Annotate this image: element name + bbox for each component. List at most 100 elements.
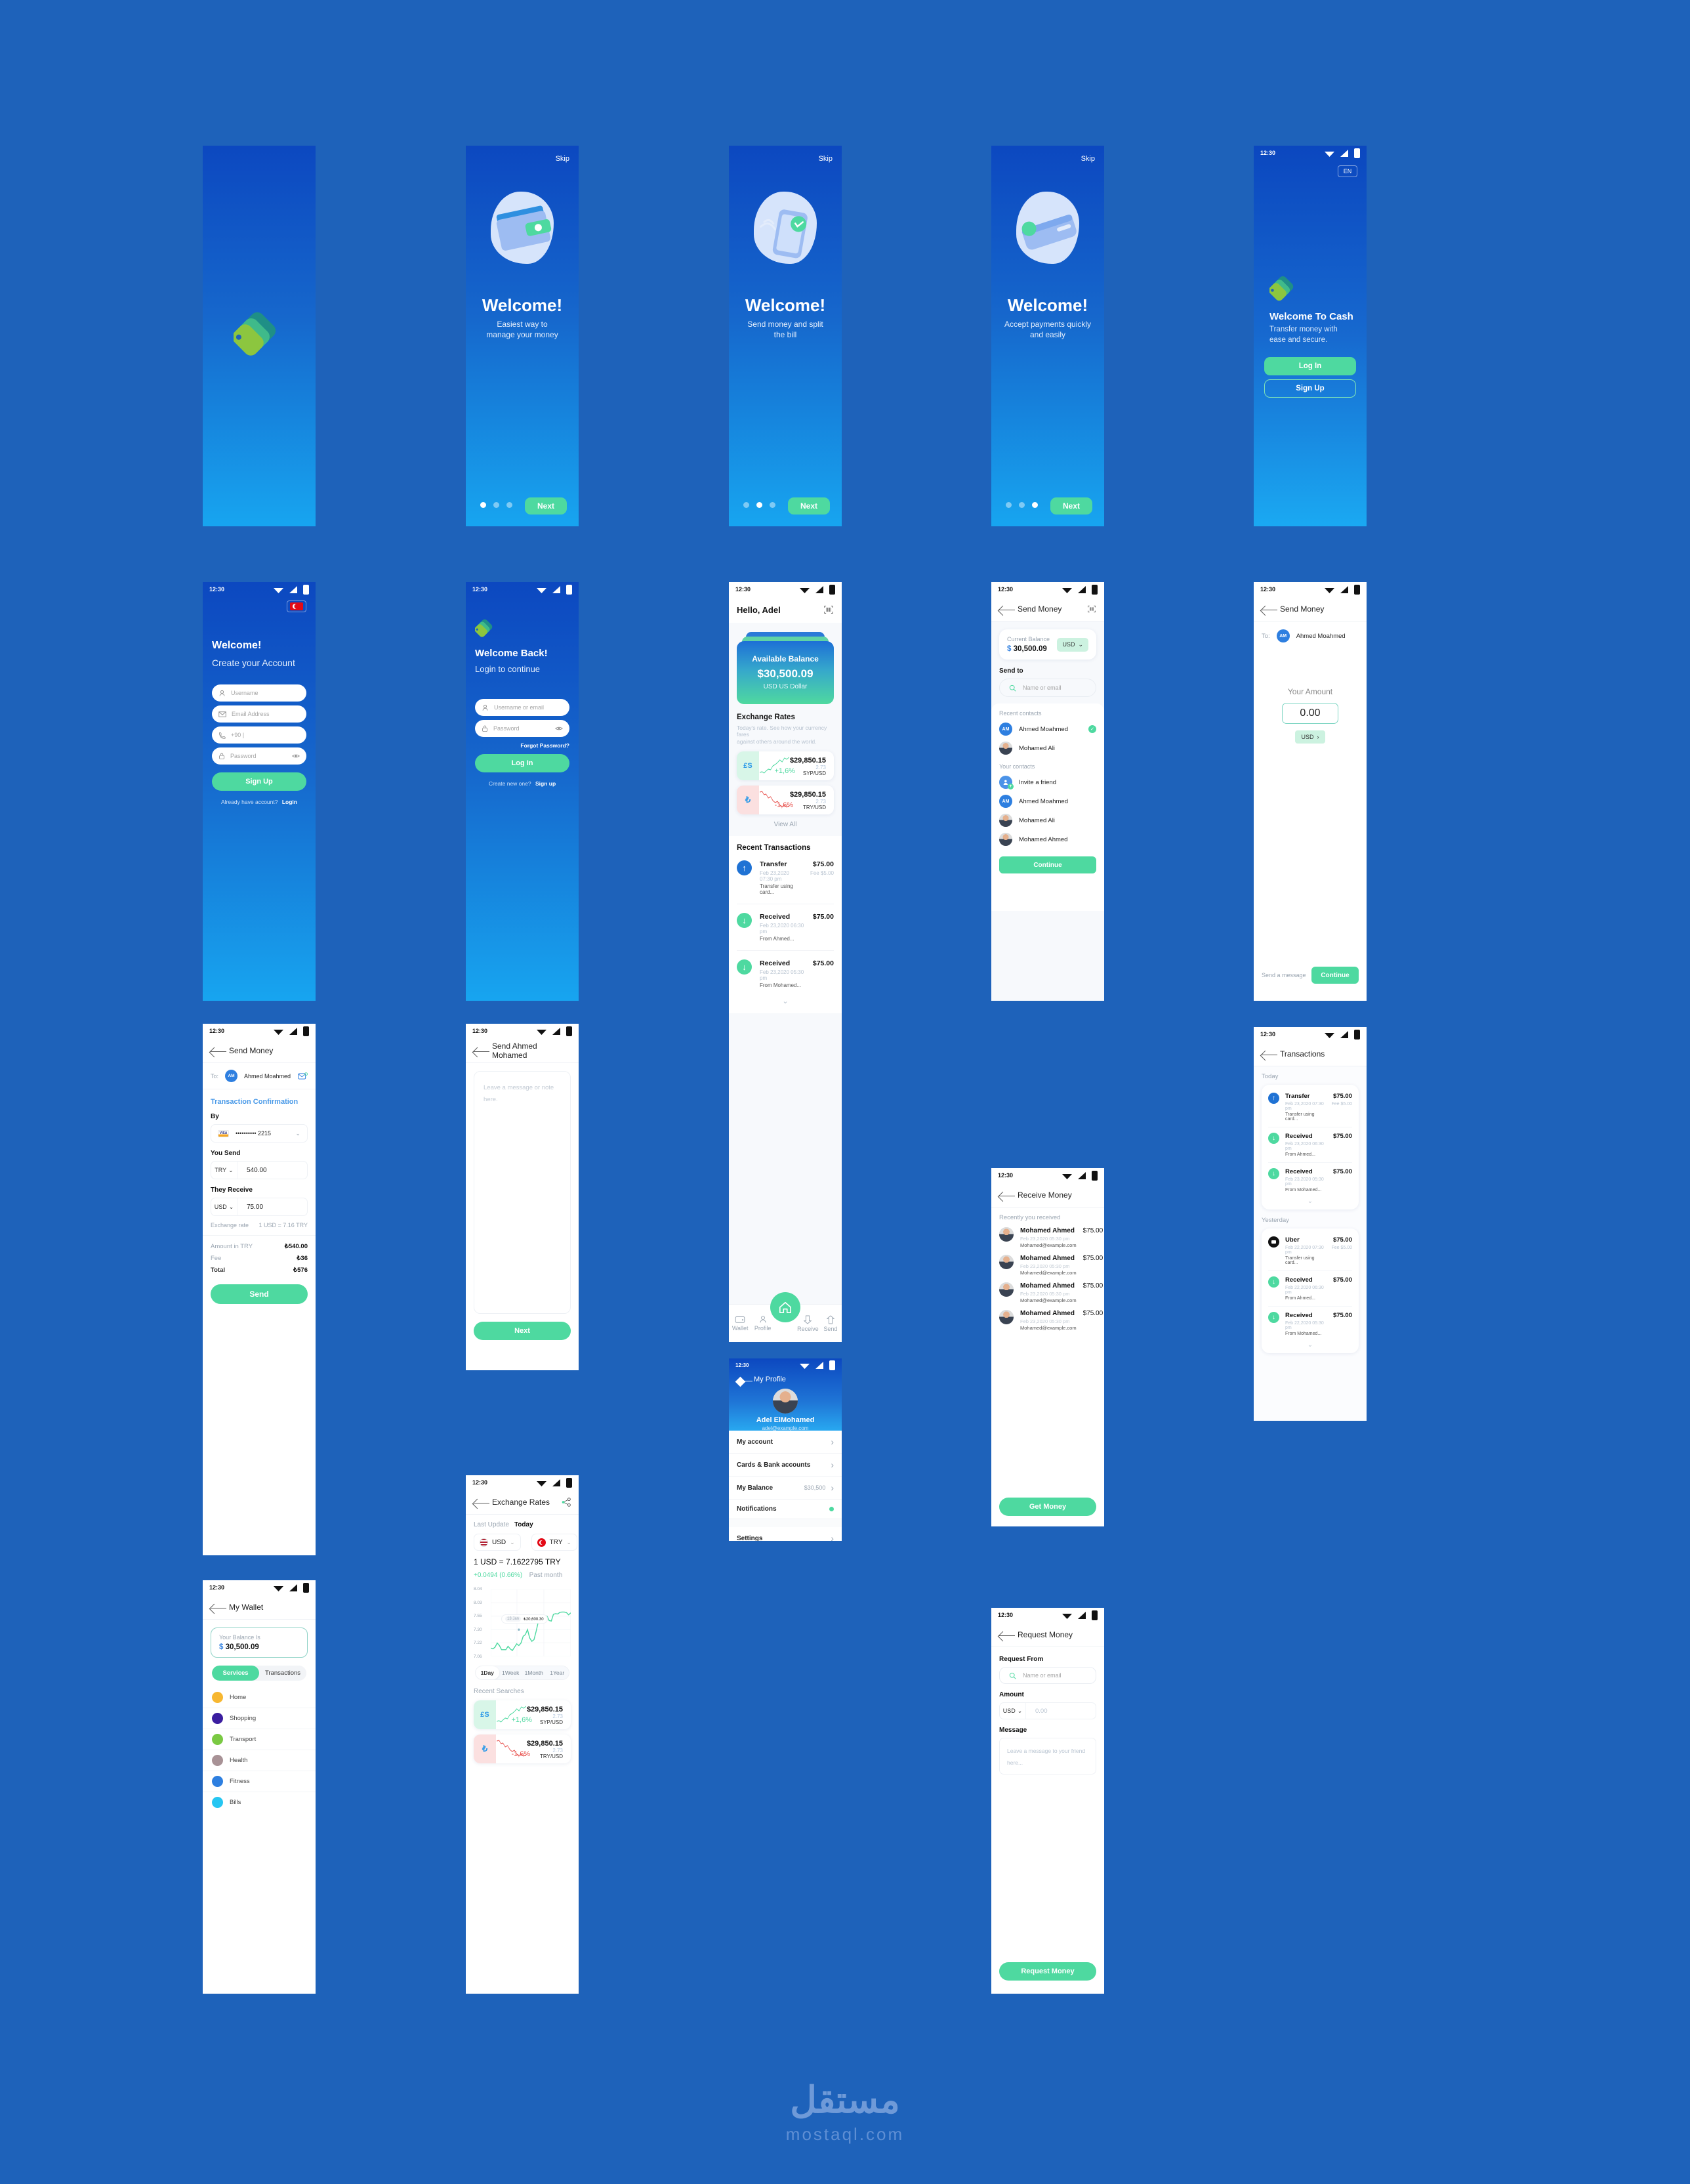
- send-amount[interactable]: 540.00: [247, 1167, 267, 1174]
- transaction-row[interactable]: Uber Feb 22,2020 07:30 pm Transfer using…: [1268, 1231, 1352, 1271]
- transaction-row[interactable]: ↓ Received Feb 23,2020 05:30 pm From Moh…: [737, 951, 834, 997]
- forgot-password-link[interactable]: Forgot Password?: [520, 742, 569, 749]
- back-button[interactable]: [474, 1047, 489, 1055]
- continue-button[interactable]: Continue: [999, 856, 1096, 873]
- nav-item-profile[interactable]: Profile: [751, 1315, 773, 1332]
- message-icon[interactable]: [298, 1072, 308, 1080]
- barcode-scan-icon[interactable]: [823, 605, 834, 614]
- currency-selector[interactable]: USD ⌄: [1057, 637, 1088, 652]
- service-item-bills[interactable]: Bills: [203, 1792, 316, 1813]
- send-message-link[interactable]: Send a message: [1262, 972, 1306, 978]
- email-input[interactable]: Email Address: [212, 705, 306, 723]
- range-1year[interactable]: 1Year: [546, 1666, 569, 1679]
- eye-icon[interactable]: [555, 726, 563, 731]
- received-item[interactable]: Mohamed Ahmed Feb 23,2020 05:30 pm Moham…: [999, 1255, 1103, 1276]
- receive-currency-selector[interactable]: USD ⌄: [211, 1198, 237, 1215]
- to-currency-selector[interactable]: TRY ⌄: [531, 1534, 578, 1551]
- back-button[interactable]: [999, 1191, 1015, 1199]
- request-message-textarea[interactable]: Leave a message to your friend here...: [999, 1738, 1096, 1774]
- barcode-scan-icon[interactable]: [1087, 605, 1096, 613]
- menu-item-my-balance[interactable]: My Balance $30,500 ›: [729, 1477, 842, 1500]
- rate-row[interactable]: £S +1,6% $29,850.15 2.73 SYP/USD: [737, 751, 834, 780]
- login-link[interactable]: Login: [282, 799, 297, 805]
- phone-input[interactable]: +90 |: [212, 726, 306, 744]
- back-button[interactable]: [1262, 605, 1277, 613]
- menu-item-notifications[interactable]: Notifications: [729, 1500, 842, 1519]
- back-button[interactable]: [211, 1603, 226, 1611]
- exchange-rate-chart[interactable]: 8.04 8.03 7.55 7.30 7.22 7.06 13 Jan ₺20…: [474, 1587, 571, 1659]
- request-amount-placeholder[interactable]: 0.00: [1035, 1708, 1048, 1715]
- password-input[interactable]: Password: [212, 747, 306, 765]
- back-button[interactable]: [474, 1498, 489, 1506]
- service-item-fitness[interactable]: Fitness: [203, 1771, 316, 1792]
- menu-item-my-account[interactable]: My account ›: [729, 1431, 842, 1454]
- get-money-button[interactable]: Get Money: [999, 1498, 1096, 1516]
- next-button[interactable]: Next: [474, 1322, 571, 1340]
- received-item[interactable]: Mohamed Ahmed Feb 23,2020 05:30 pm Moham…: [999, 1227, 1103, 1248]
- login-submit-button[interactable]: Log In: [475, 754, 569, 772]
- next-button[interactable]: Next: [1050, 497, 1092, 514]
- menu-item-settings[interactable]: Settings ›: [729, 1527, 842, 1541]
- continue-button[interactable]: Continue: [1311, 967, 1359, 984]
- contact-row[interactable]: Mohamed Ali: [999, 742, 1096, 755]
- next-button[interactable]: Next: [788, 497, 830, 514]
- back-button[interactable]: [999, 1631, 1015, 1639]
- note-textarea[interactable]: Leave a message or note here.: [474, 1071, 571, 1314]
- contact-row[interactable]: + Invite a friend: [999, 776, 1096, 789]
- request-from-input[interactable]: Name or email: [999, 1667, 1096, 1684]
- recent-search-row[interactable]: ₺ -1,6% $29,850.15 2.73 TRY/USD: [474, 1734, 571, 1763]
- back-button[interactable]: [999, 605, 1015, 613]
- username-input[interactable]: Username: [212, 684, 306, 702]
- currency-selector[interactable]: USD ›: [1295, 730, 1325, 744]
- amount-input[interactable]: 0.00: [1282, 703, 1338, 724]
- transaction-row[interactable]: ↓ Received Feb 22,2020 05:30 pm From Moh…: [1268, 1307, 1352, 1341]
- contact-row[interactable]: AM Ahmed Moahmed: [999, 795, 1096, 808]
- transaction-row[interactable]: ↓ Received Feb 23,2020 05:30 pm From Moh…: [1268, 1163, 1352, 1198]
- back-button[interactable]: [1262, 1050, 1277, 1058]
- card-selector[interactable]: VISA •••••••••• 2215 ⌄: [211, 1124, 308, 1143]
- request-currency-selector[interactable]: USD ⌄: [1000, 1703, 1026, 1719]
- share-icon[interactable]: [562, 1497, 571, 1507]
- contact-row[interactable]: AM Ahmed Moahmed ✓: [999, 723, 1096, 736]
- receive-amount[interactable]: 75.00: [247, 1204, 263, 1211]
- recent-search-row[interactable]: £S +1,6% $29,850.15 2.73 SYP/USD: [474, 1700, 571, 1729]
- nav-item-receive[interactable]: Receive: [796, 1315, 819, 1332]
- service-item-shopping[interactable]: Shopping: [203, 1708, 316, 1729]
- transaction-row[interactable]: ↓ Received Feb 23,2020 06:30 pm From Ahm…: [1268, 1127, 1352, 1163]
- service-item-transport[interactable]: Transport: [203, 1729, 316, 1750]
- skip-button[interactable]: Skip: [1081, 155, 1095, 163]
- signup-link[interactable]: Sign up: [535, 780, 556, 787]
- language-selector[interactable]: EN: [1338, 165, 1357, 177]
- contact-row[interactable]: Mohamed Ahmed: [999, 833, 1096, 846]
- from-currency-selector[interactable]: USD ⌄: [474, 1534, 521, 1551]
- request-money-button[interactable]: Request Money: [999, 1962, 1096, 1981]
- home-fab-button[interactable]: [770, 1292, 800, 1322]
- service-item-health[interactable]: Health: [203, 1750, 316, 1771]
- tab-services[interactable]: Services: [212, 1666, 259, 1681]
- next-button[interactable]: Next: [525, 497, 567, 514]
- country-flag-selector[interactable]: [287, 600, 306, 612]
- nav-item-wallet[interactable]: Wallet: [729, 1315, 751, 1332]
- skip-button[interactable]: Skip: [556, 155, 569, 163]
- expand-chevron-icon[interactable]: ⌄: [1268, 1341, 1352, 1351]
- menu-item-cards-bank[interactable]: Cards & Bank accounts ›: [729, 1454, 842, 1477]
- tab-transactions[interactable]: Transactions: [259, 1666, 306, 1681]
- send-button[interactable]: Send: [211, 1284, 308, 1304]
- rate-row[interactable]: ₺ -1,6% $29,850.15 2.73 TRY/USD: [737, 786, 834, 814]
- service-item-home[interactable]: Home: [203, 1687, 316, 1708]
- view-all-link[interactable]: View All: [729, 821, 842, 828]
- eye-icon[interactable]: [292, 753, 300, 759]
- send-currency-selector[interactable]: TRY ⌄: [211, 1162, 237, 1179]
- range-1day[interactable]: 1Day: [476, 1666, 499, 1679]
- signup-button[interactable]: Sign Up: [1264, 379, 1356, 398]
- transaction-row[interactable]: ↑ Transfer Feb 23,2020 07:30 pm Transfer…: [737, 852, 834, 904]
- transaction-row[interactable]: ↓ Received Feb 22,2020 06:30 pm From Ahm…: [1268, 1271, 1352, 1307]
- received-item[interactable]: Mohamed Ahmed Feb 23,2020 05:30 pm Moham…: [999, 1282, 1103, 1303]
- login-button[interactable]: Log In: [1264, 357, 1356, 375]
- received-item[interactable]: Mohamed Ahmed Feb 23,2020 05:30 pm Moham…: [999, 1310, 1103, 1331]
- username-input[interactable]: Username or email: [475, 699, 569, 716]
- nav-item-send[interactable]: Send: [819, 1314, 842, 1332]
- back-button[interactable]: [211, 1047, 226, 1055]
- password-input[interactable]: Password: [475, 720, 569, 737]
- contact-row[interactable]: Mohamed Ali: [999, 814, 1096, 827]
